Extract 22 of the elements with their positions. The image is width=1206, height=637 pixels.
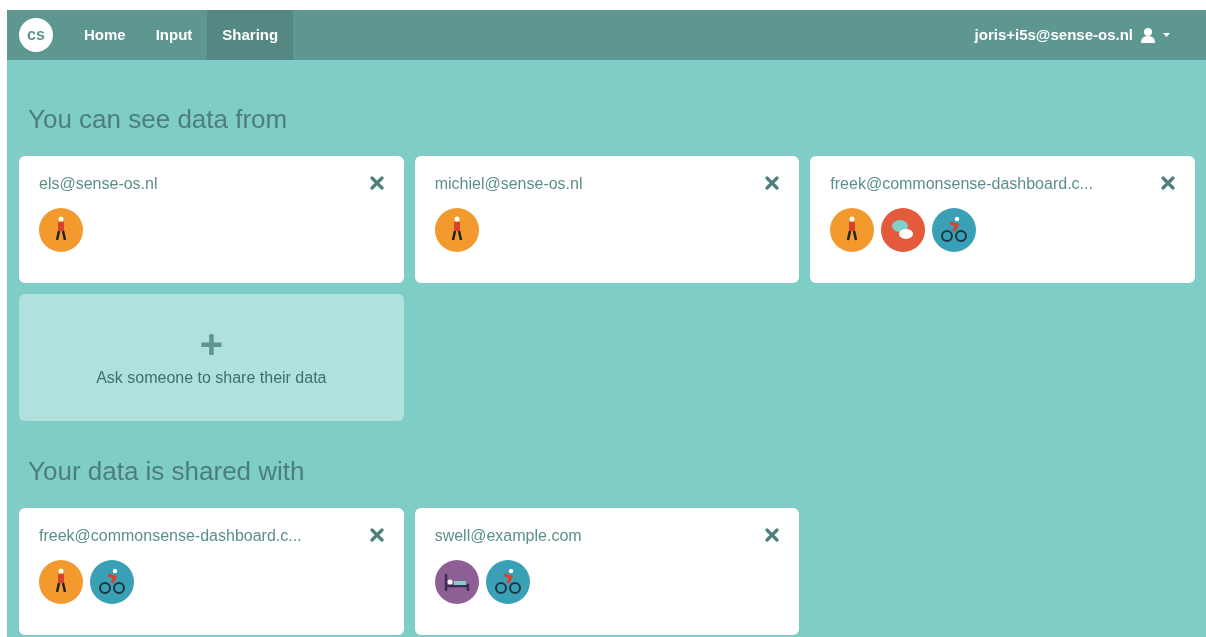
user-menu[interactable]: joris+i5s@sense-os.nl xyxy=(974,23,1170,47)
user-email: els@sense-os.nl xyxy=(39,174,158,194)
nav-tab[interactable]: Sharing xyxy=(207,10,294,60)
close-icon[interactable] xyxy=(369,176,384,190)
close-icon[interactable] xyxy=(369,528,384,542)
user-email: freek@commonsense-dashboard.c... xyxy=(830,174,1093,194)
user-icon xyxy=(1141,27,1155,43)
close-icon[interactable] xyxy=(765,528,780,542)
nav-tab[interactable]: Home xyxy=(69,10,141,60)
user-email: freek@commonsense-dashboard.c... xyxy=(39,526,302,546)
section-heading: Your data is shared with xyxy=(28,456,306,486)
ask-share-label: Ask someone to share their data xyxy=(96,367,327,388)
user-email: swell@example.com xyxy=(434,526,582,546)
caret-icon xyxy=(1163,33,1170,37)
nav-tab[interactable]: Input xyxy=(140,10,208,60)
user-email: michiel@sense-os.nl xyxy=(434,174,583,194)
plus-icon: + xyxy=(199,325,223,362)
logo[interactable]: cs xyxy=(19,18,53,52)
section-heading: You can see data from xyxy=(28,104,289,134)
close-icon[interactable] xyxy=(765,176,780,190)
ask-share-card[interactable]: + Ask someone to share their data xyxy=(19,294,404,421)
close-icon[interactable] xyxy=(1161,176,1175,190)
